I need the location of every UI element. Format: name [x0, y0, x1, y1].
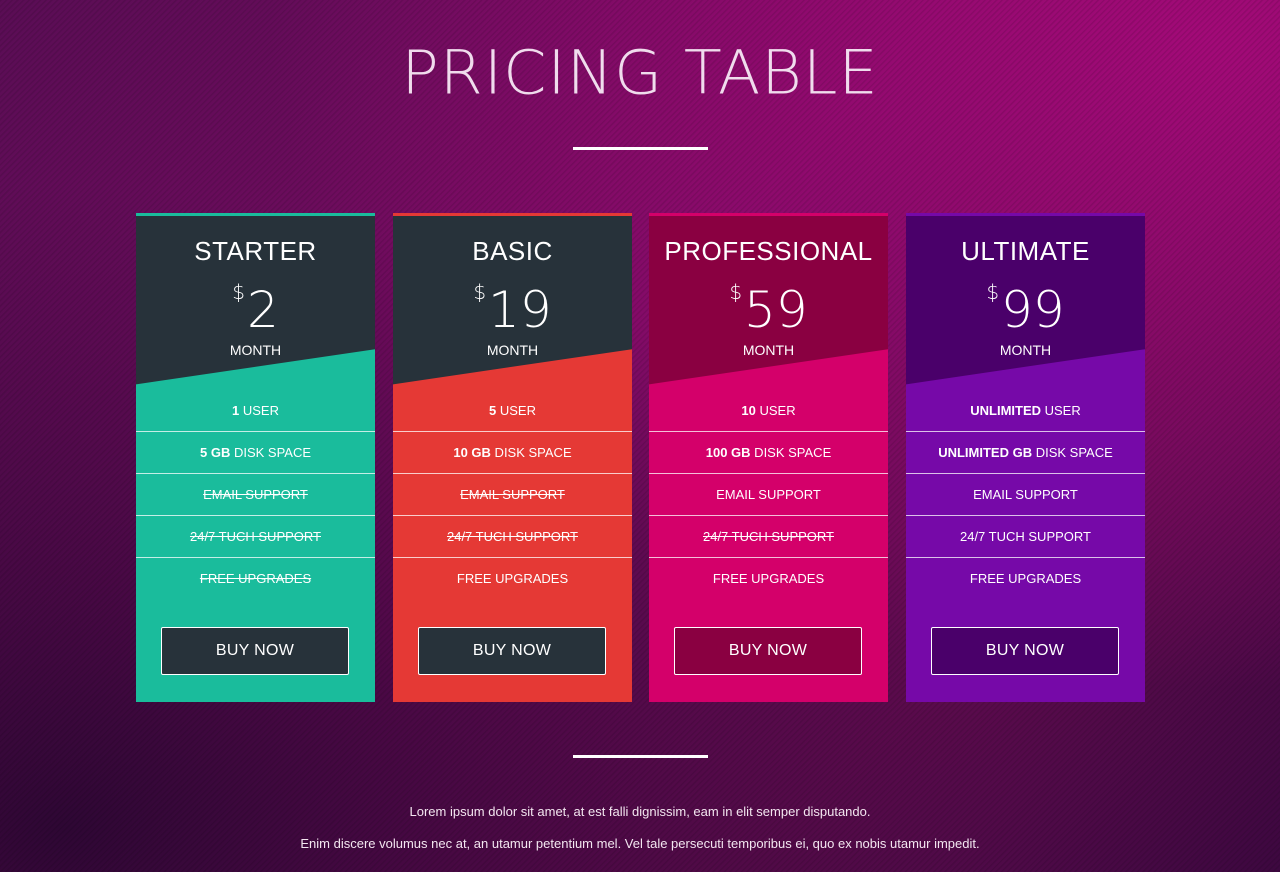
feature-label: USER	[755, 403, 796, 418]
feature-highlight: UNLIMITED GB	[938, 445, 1033, 460]
feature-item: 5 GB DISK SPACE	[136, 432, 375, 474]
plan-name: STARTER	[194, 236, 317, 266]
feature-label: DISK SPACE	[750, 445, 832, 460]
card-header: PROFESSIONAL $59 MONTH	[649, 216, 888, 385]
billing-period: MONTH	[486, 342, 539, 358]
billing-period: MONTH	[999, 342, 1052, 358]
feature-label: EMAIL SUPPORT	[716, 487, 821, 502]
feature-label: FREE UPGRADES	[969, 571, 1082, 586]
feature-highlight: 10	[741, 403, 756, 418]
card-accent-bar	[393, 213, 632, 216]
plan-price: $99	[906, 280, 1145, 340]
feature-item: 10 USER	[649, 390, 888, 432]
feature-item: FREE UPGRADES	[136, 558, 375, 600]
feature-item: FREE UPGRADES	[649, 558, 888, 600]
feature-highlight: 100 GB	[705, 445, 751, 460]
feature-label: FREE UPGRADES	[712, 571, 825, 586]
footer-divider	[573, 755, 708, 758]
feature-item: 100 GB DISK SPACE	[649, 432, 888, 474]
feature-label: USER	[496, 403, 536, 418]
feature-item: 24/7 TUCH SUPPORT	[649, 516, 888, 558]
feature-label: FREE UPGRADES	[199, 571, 312, 586]
feature-highlight: 10 GB	[453, 445, 491, 460]
plan-name: BASIC	[472, 236, 553, 266]
buy-now-button[interactable]: BUY NOW	[418, 627, 606, 675]
feature-label: 24/7 TUCH SUPPORT	[959, 529, 1091, 544]
feature-item: UNLIMITED USER	[906, 390, 1145, 432]
pricing-cards: STARTER $2 MONTH 1 USER 5 GB DISK SPACE …	[136, 213, 1145, 702]
price-amount: 2	[246, 281, 279, 339]
feature-item: 5 USER	[393, 390, 632, 432]
buy-now-button[interactable]: BUY NOW	[161, 627, 349, 675]
feature-item: 24/7 TUCH SUPPORT	[906, 516, 1145, 558]
plan-price: $2	[136, 280, 375, 340]
feature-highlight: UNLIMITED	[970, 403, 1042, 418]
currency-symbol: $	[232, 280, 245, 304]
pricing-card-ultimate: ULTIMATE $99 MONTH UNLIMITED USER UNLIMI…	[906, 213, 1145, 702]
feature-item: EMAIL SUPPORT	[906, 474, 1145, 516]
pricing-card-basic: BASIC $19 MONTH 5 USER 10 GB DISK SPACE …	[393, 213, 632, 702]
card-accent-bar	[649, 213, 888, 216]
plan-name: ULTIMATE	[961, 236, 1090, 266]
feature-label: EMAIL SUPPORT	[203, 487, 308, 502]
plan-price: $19	[393, 280, 632, 340]
price-amount: 59	[744, 281, 808, 339]
currency-symbol: $	[729, 280, 743, 304]
feature-list: 1 USER 5 GB DISK SPACE EMAIL SUPPORT 24/…	[136, 390, 375, 600]
feature-label: EMAIL SUPPORT	[460, 487, 565, 502]
feature-label: USER	[1041, 403, 1081, 418]
card-accent-bar	[906, 213, 1145, 216]
pricing-card-starter: STARTER $2 MONTH 1 USER 5 GB DISK SPACE …	[136, 213, 375, 702]
currency-symbol: $	[986, 280, 1000, 304]
feature-label: DISK SPACE	[1032, 445, 1113, 460]
feature-item: 24/7 TUCH SUPPORT	[136, 516, 375, 558]
feature-item: FREE UPGRADES	[393, 558, 632, 600]
feature-item: 10 GB DISK SPACE	[393, 432, 632, 474]
feature-item: FREE UPGRADES	[906, 558, 1145, 600]
feature-item: 24/7 TUCH SUPPORT	[393, 516, 632, 558]
buy-now-button[interactable]: BUY NOW	[931, 627, 1119, 675]
plan-price: $59	[649, 280, 888, 340]
feature-label: 24/7 TUCH SUPPORT	[446, 529, 578, 544]
billing-period: MONTH	[229, 342, 282, 358]
feature-label: 24/7 TUCH SUPPORT	[189, 529, 321, 544]
feature-list: 10 USER 100 GB DISK SPACE EMAIL SUPPORT …	[649, 390, 888, 600]
feature-label: EMAIL SUPPORT	[973, 487, 1078, 502]
pricing-card-professional: PROFESSIONAL $59 MONTH 10 USER 100 GB DI…	[649, 213, 888, 702]
card-header: BASIC $19 MONTH	[393, 216, 632, 385]
feature-highlight: 5 GB	[199, 445, 231, 460]
feature-label: DISK SPACE	[490, 445, 572, 460]
plan-name: PROFESSIONAL	[664, 236, 873, 266]
feature-label: DISK SPACE	[230, 445, 312, 460]
currency-symbol: $	[473, 280, 487, 304]
page-title: PRICING TABLE	[401, 36, 879, 109]
card-accent-bar	[136, 213, 375, 216]
price-amount: 99	[1001, 281, 1065, 339]
title-divider	[573, 147, 708, 150]
feature-item: EMAIL SUPPORT	[393, 474, 632, 516]
feature-item: UNLIMITED GB DISK SPACE	[906, 432, 1145, 474]
feature-item: EMAIL SUPPORT	[649, 474, 888, 516]
feature-list: 5 USER 10 GB DISK SPACE EMAIL SUPPORT 24…	[393, 390, 632, 600]
feature-item: EMAIL SUPPORT	[136, 474, 375, 516]
footer-text-line-2: Enim discere volumus nec at, an utamur p…	[300, 836, 980, 851]
buy-now-button[interactable]: BUY NOW	[674, 627, 862, 675]
price-amount: 19	[488, 281, 552, 339]
feature-item: 1 USER	[136, 390, 375, 432]
feature-label: USER	[239, 403, 279, 418]
card-header: ULTIMATE $99 MONTH	[906, 216, 1145, 385]
card-header: STARTER $2 MONTH	[136, 216, 375, 385]
billing-period: MONTH	[742, 342, 795, 358]
feature-label: FREE UPGRADES	[456, 571, 569, 586]
feature-label: 24/7 TUCH SUPPORT	[702, 529, 834, 544]
footer-text-line-1: Lorem ipsum dolor sit amet, at est falli…	[409, 804, 871, 819]
feature-list: UNLIMITED USER UNLIMITED GB DISK SPACE E…	[906, 390, 1145, 600]
